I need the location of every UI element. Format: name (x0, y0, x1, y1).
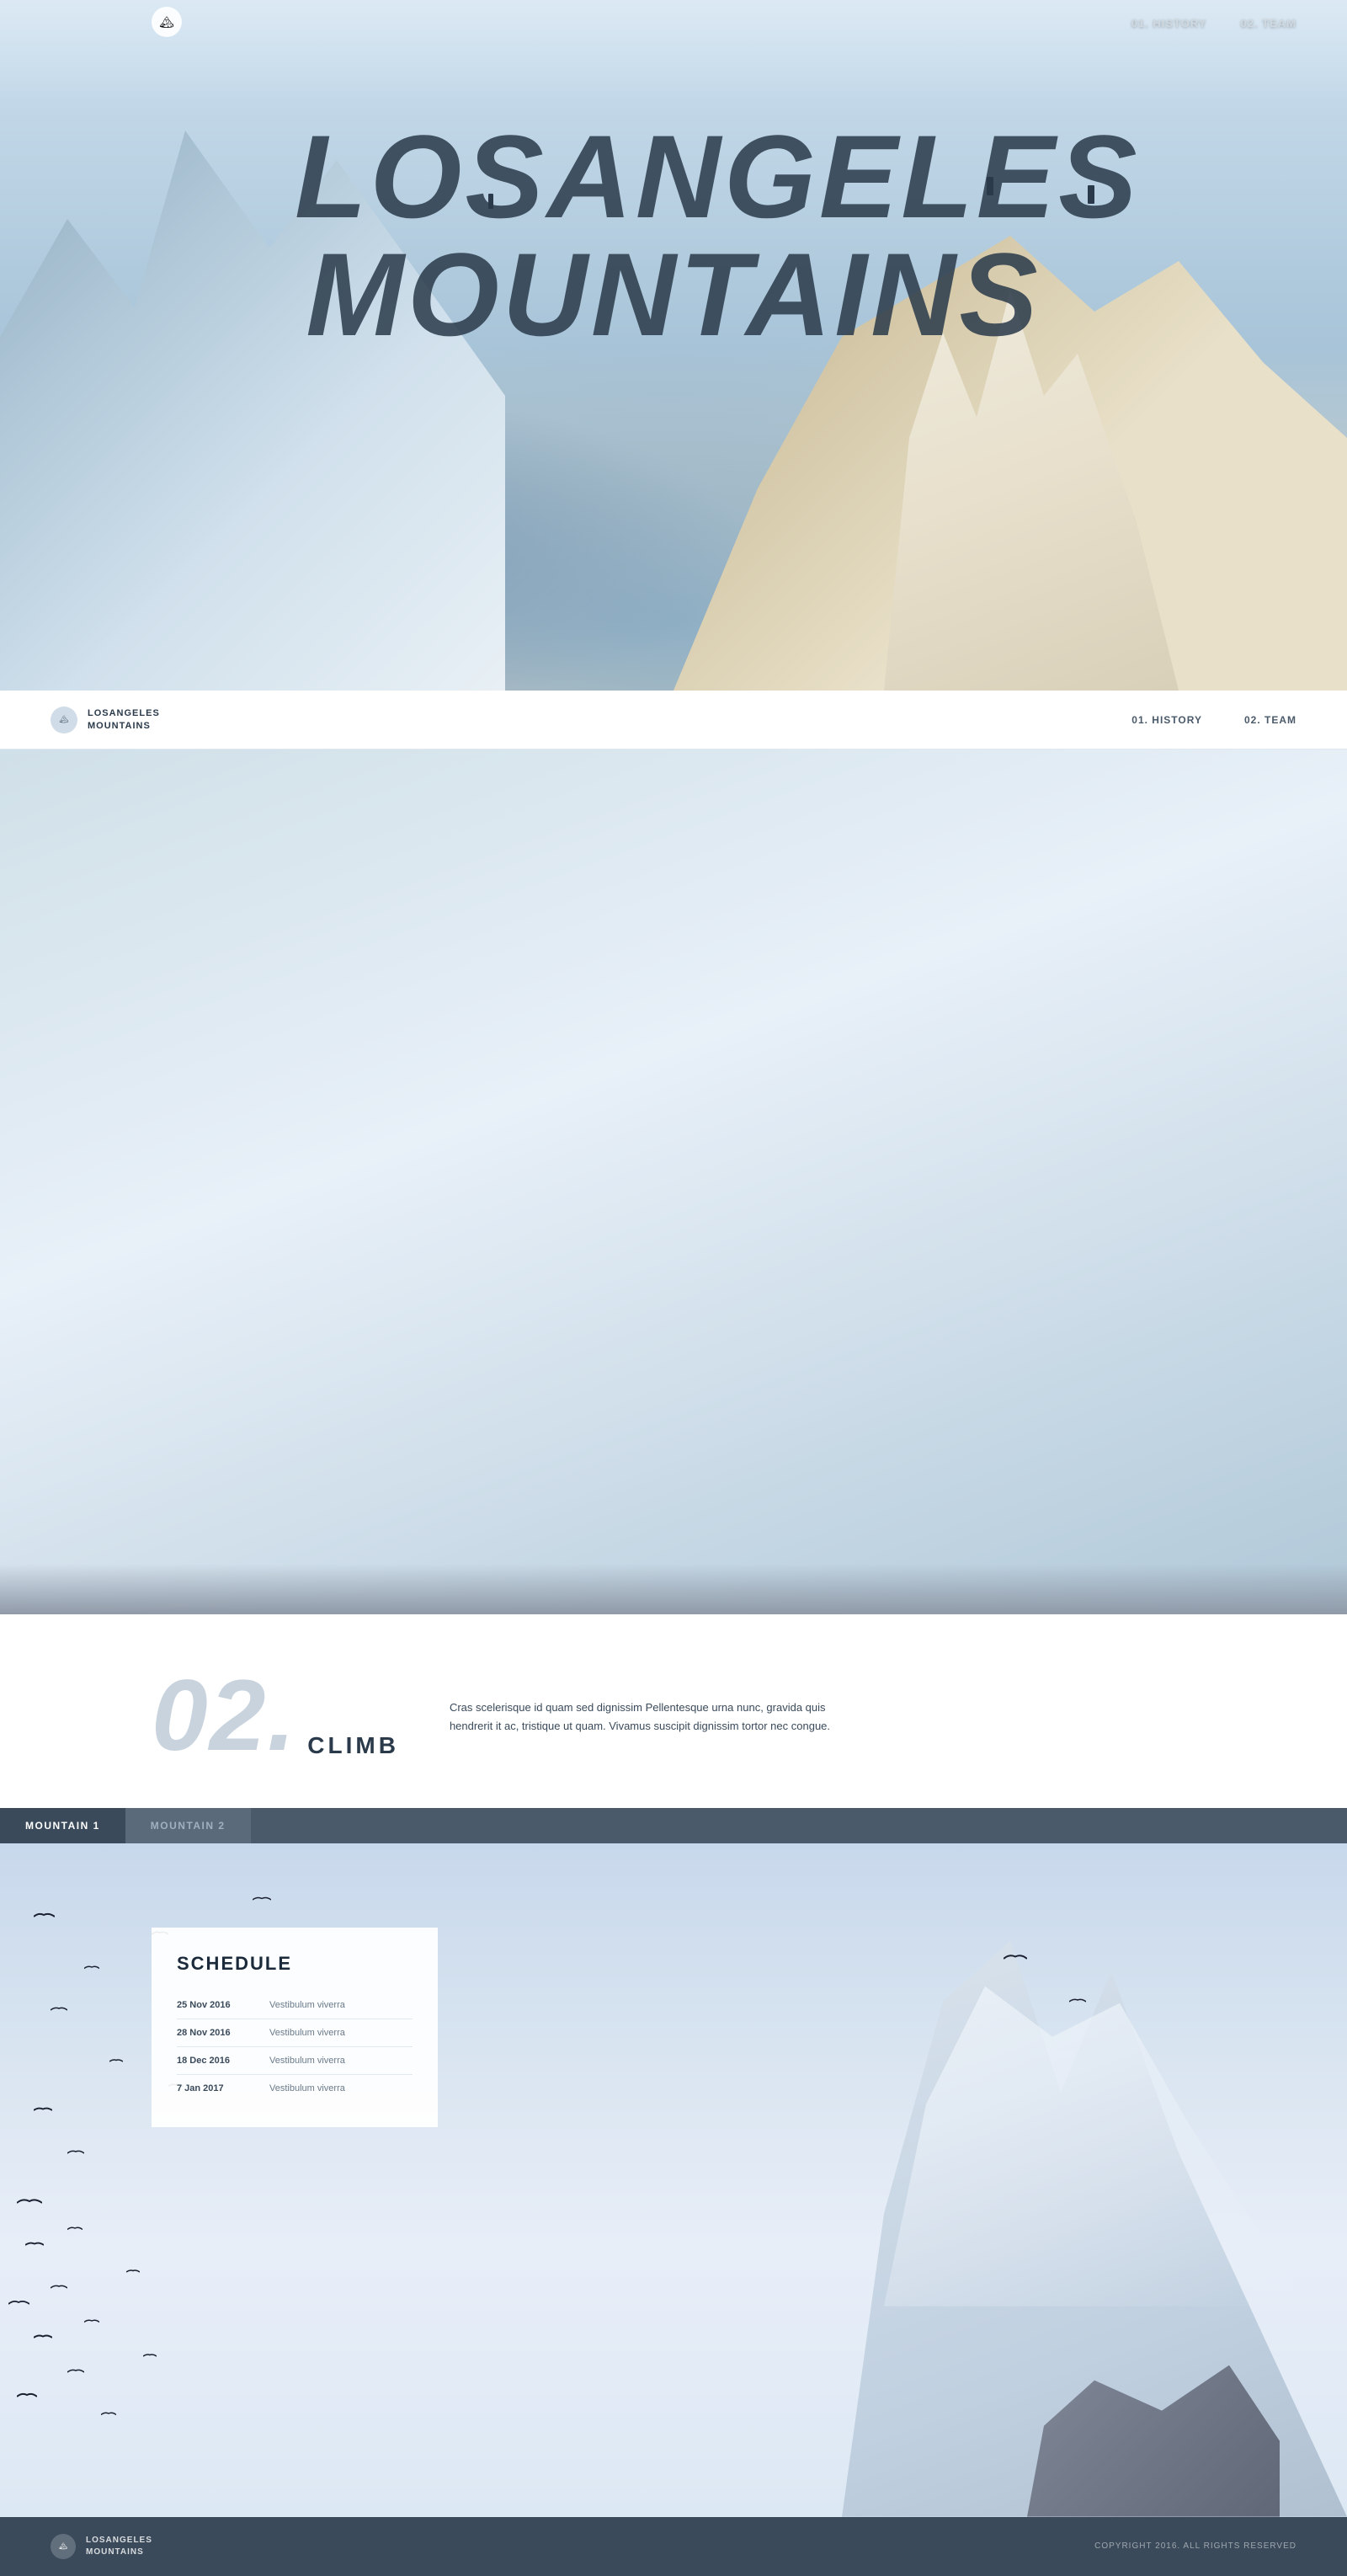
section-history: 01. HISTORY Lorem ipsum dolor sit amet, … (0, 749, 1347, 1614)
navbar-nav-team[interactable]: 02. TEAM (1244, 714, 1296, 726)
schedule-event-3: Vestibulum viverra (269, 2056, 345, 2066)
climb-title: CLIMB (307, 1732, 399, 1758)
climber-figure-3 (1088, 185, 1094, 204)
bird-group-bottom (17, 2197, 42, 2214)
bird-b12 (101, 2408, 116, 2423)
bird-b6 (8, 2298, 29, 2313)
bird-7 (34, 2104, 52, 2120)
schedule-row-3: 18 Dec 2016 Vestibulum viverra (177, 2047, 413, 2075)
gallery-strip (0, 1439, 1347, 1614)
gallery-inner (0, 1456, 1347, 1574)
schedule-row-4: 7 Jan 2017 Vestibulum viverra (177, 2075, 413, 2102)
navbar-brand: 🏔 LOSANGELES MOUNTAINS (51, 707, 160, 733)
bird-b10 (67, 2365, 84, 2381)
hero-nav-history[interactable]: 01. HISTORY (1131, 17, 1207, 29)
bird-b7 (84, 2315, 99, 2330)
bird-b3 (25, 2239, 44, 2254)
bird-b2 (67, 2222, 83, 2237)
bird-1 (34, 1911, 55, 1926)
mountain-section: SCHEDULE 25 Nov 2016 Vestibulum viverra … (0, 1843, 1347, 2517)
navbar: 🏔 LOSANGELES MOUNTAINS 01. HISTORY 02. T… (0, 691, 1347, 749)
bird-11 (1069, 1995, 1086, 2010)
climb-body: Cras scelerisque id quam sed dignissim P… (450, 1665, 870, 1736)
schedule-event-4: Vestibulum viverra (269, 2083, 345, 2093)
hero-section: 01. HISTORY 02. TEAM 🏔 LOSANGELES MOUNTA… (0, 0, 1347, 691)
bird-9 (67, 2147, 84, 2162)
bird-b8 (34, 2332, 52, 2347)
climber-figure-2 (987, 177, 993, 195)
schedule-date-1: 25 Nov 2016 (177, 2000, 253, 2010)
climber-figure-1 (488, 194, 493, 209)
hero-sky-overlay (0, 0, 1347, 101)
schedule-date-4: 7 Jan 2017 (177, 2083, 253, 2093)
schedule-row-1: 25 Nov 2016 Vestibulum viverra (177, 1992, 413, 2019)
navbar-logo-icon: 🏔 (51, 707, 77, 733)
hero-title-line2: MOUNTAINS (295, 236, 1052, 354)
bird-b11 (17, 2391, 37, 2406)
hero-nav: 01. HISTORY 02. TEAM (1131, 17, 1296, 29)
schedule-title: SCHEDULE (177, 1953, 413, 1975)
bird-10 (1004, 1953, 1027, 1969)
tab-mountain1[interactable]: MOUNTAIN 1 (0, 1808, 125, 1843)
section-climb-inner: 02. CLIMB Cras scelerisque id quam sed d… (0, 1665, 1347, 1766)
bird-4 (84, 1961, 99, 1976)
climb-number-col: 02. CLIMB (152, 1665, 399, 1766)
navbar-brand-text: LOSANGELES MOUNTAINS (88, 707, 160, 732)
navbar-nav-history[interactable]: 01. HISTORY (1131, 714, 1202, 726)
bird-5 (51, 2003, 67, 2019)
bird-b9 (143, 2349, 157, 2364)
schedule-card: SCHEDULE 25 Nov 2016 Vestibulum viverra … (152, 1928, 438, 2127)
footer-brand: 🏔 LOSANGELES MOUNTAINS (51, 2534, 152, 2559)
bird-6 (109, 2054, 123, 2069)
tabs-bar: MOUNTAIN 1 MOUNTAIN 2 (0, 1808, 1347, 1843)
bird-3 (253, 1894, 271, 1909)
schedule-date-2: 28 Nov 2016 (177, 2028, 253, 2038)
hero-logo: 🏔 (152, 7, 182, 37)
bird-b5 (51, 2281, 67, 2296)
navbar-nav: 01. HISTORY 02. TEAM (1131, 714, 1296, 726)
schedule-date-3: 18 Dec 2016 (177, 2056, 253, 2066)
fog-overlay (866, 1564, 1052, 1574)
climb-number: 02. (152, 1665, 297, 1766)
footer-copyright: COPYRIGHT 2016. ALL RIGHTS RESERVED (1094, 2541, 1296, 2551)
schedule-event-2: Vestibulum viverra (269, 2028, 345, 2038)
footer-brand-text: LOSANGELES MOUNTAINS (86, 2535, 152, 2558)
gallery-thumb-4[interactable] (866, 1456, 1052, 1574)
schedule-event-1: Vestibulum viverra (269, 2000, 345, 2010)
footer: 🏔 LOSANGELES MOUNTAINS COPYRIGHT 2016. A… (0, 2517, 1347, 2576)
hero-logo-icon: 🏔 (159, 15, 174, 29)
hero-title-line1: LOSANGELES (295, 118, 1052, 236)
hero-nav-team[interactable]: 02. TEAM (1240, 17, 1296, 29)
hero-logo-circle: 🏔 (152, 7, 182, 37)
bird-b4 (126, 2264, 140, 2280)
section-climb: 02. CLIMB Cras scelerisque id quam sed d… (0, 1614, 1347, 1808)
schedule-row-2: 28 Nov 2016 Vestibulum viverra (177, 2019, 413, 2047)
tab-mountain2[interactable]: MOUNTAIN 2 (125, 1808, 251, 1843)
footer-logo-icon: 🏔 (51, 2534, 76, 2559)
hero-title: LOSANGELES MOUNTAINS (295, 118, 1052, 354)
